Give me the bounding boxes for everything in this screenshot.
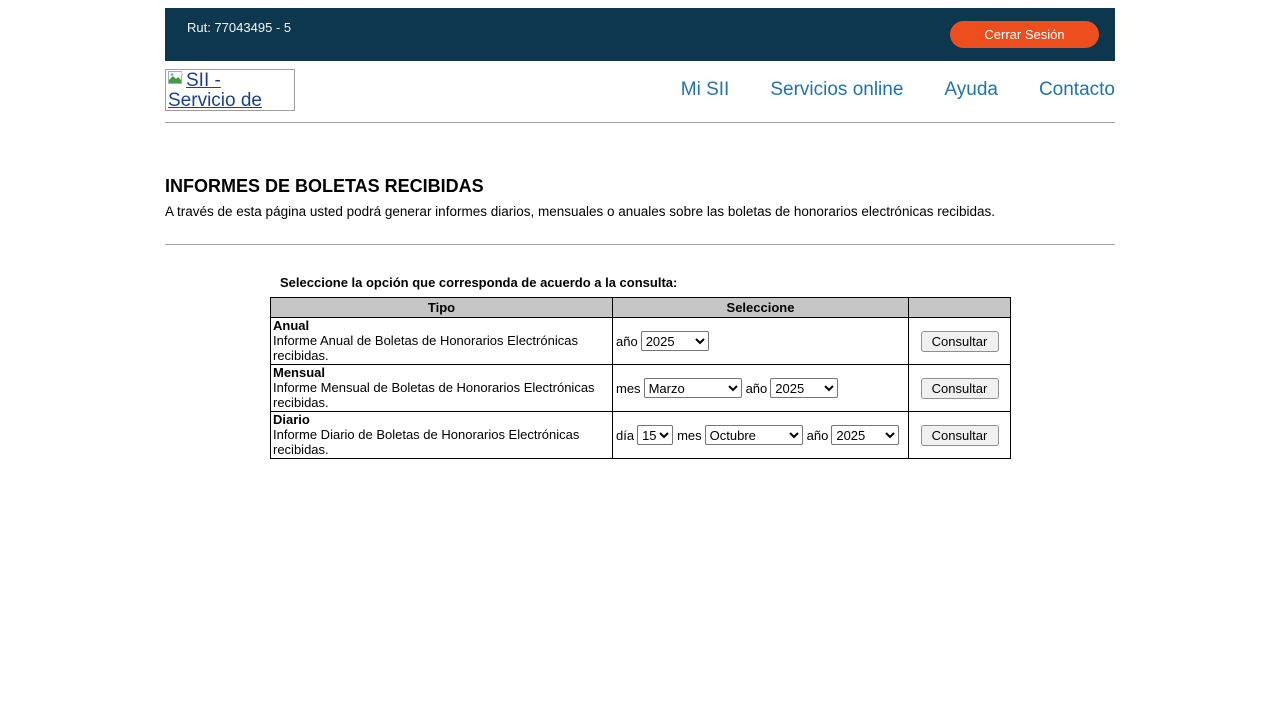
table-row-mensual: Mensual Informe Mensual de Boletas de Ho…: [271, 365, 1011, 412]
mensual-month-select[interactable]: Marzo: [644, 378, 742, 398]
col-header-seleccione: Seleccione: [613, 298, 909, 318]
page-title: INFORMES DE BOLETAS RECIBIDAS: [165, 177, 1115, 195]
table-row-diario: Diario Informe Diario de Boletas de Hono…: [271, 412, 1011, 459]
row-type-mensual: Mensual: [273, 365, 609, 380]
table-caption: Seleccione la opción que corresponda de …: [270, 275, 1010, 290]
main-nav: Mi SII Servicios online Ayuda Contacto: [640, 79, 1115, 101]
logout-button[interactable]: Cerrar Sesión: [950, 21, 1099, 48]
row-type-diario: Diario: [273, 412, 609, 427]
consultar-anual-button[interactable]: Consultar: [921, 331, 999, 352]
page-description: A través de esta página usted podrá gene…: [165, 204, 1115, 219]
mensual-year-label: año: [746, 381, 768, 396]
anual-year-label: año: [616, 334, 638, 349]
mensual-year-select[interactable]: 2025: [770, 378, 838, 398]
sii-logo[interactable]: SII - Servicio de: [165, 69, 295, 111]
consultar-mensual-button[interactable]: Consultar: [921, 378, 999, 399]
diario-day-select[interactable]: 15: [637, 425, 673, 445]
diario-month-select[interactable]: Octubre: [705, 425, 803, 445]
row-description-mensual: Informe Mensual de Boletas de Honorarios…: [273, 380, 595, 410]
row-type-anual: Anual: [273, 318, 609, 333]
main-content: INFORMES DE BOLETAS RECIBIDAS A través d…: [165, 177, 1115, 459]
nav-contacto[interactable]: Contacto: [1039, 79, 1115, 101]
col-header-action: [909, 298, 1011, 318]
broken-image-icon: [168, 71, 185, 91]
consultar-diario-button[interactable]: Consultar: [921, 425, 999, 446]
col-header-tipo: Tipo: [271, 298, 613, 318]
nav-servicios-online[interactable]: Servicios online: [770, 79, 903, 101]
anual-year-select[interactable]: 2025: [641, 331, 709, 351]
diario-year-select[interactable]: 2025: [831, 425, 899, 445]
row-description-anual: Informe Anual de Boletas de Honorarios E…: [273, 333, 578, 363]
content-divider: [165, 244, 1115, 245]
site-header: SII - Servicio de Mi SII Servicios onlin…: [165, 61, 1115, 123]
consultation-section: Seleccione la opción que corresponda de …: [270, 275, 1010, 459]
rut-label: Rut: 77043495 - 5: [187, 20, 291, 35]
reports-table: Tipo Seleccione Anual Informe Anual de B…: [270, 297, 1011, 459]
nav-ayuda[interactable]: Ayuda: [944, 79, 998, 101]
page-container: Rut: 77043495 - 5 Cerrar Sesión SII - Se…: [165, 8, 1115, 459]
diario-year-label: año: [807, 428, 829, 443]
session-bar: Rut: 77043495 - 5 Cerrar Sesión: [165, 8, 1115, 61]
table-header-row: Tipo Seleccione: [271, 298, 1011, 318]
diario-month-label: mes: [677, 428, 702, 443]
row-description-diario: Informe Diario de Boletas de Honorarios …: [273, 427, 579, 457]
mensual-month-label: mes: [616, 381, 641, 396]
nav-mi-sii[interactable]: Mi SII: [681, 79, 730, 101]
diario-day-label: día: [616, 428, 634, 443]
table-row-anual: Anual Informe Anual de Boletas de Honora…: [271, 318, 1011, 365]
